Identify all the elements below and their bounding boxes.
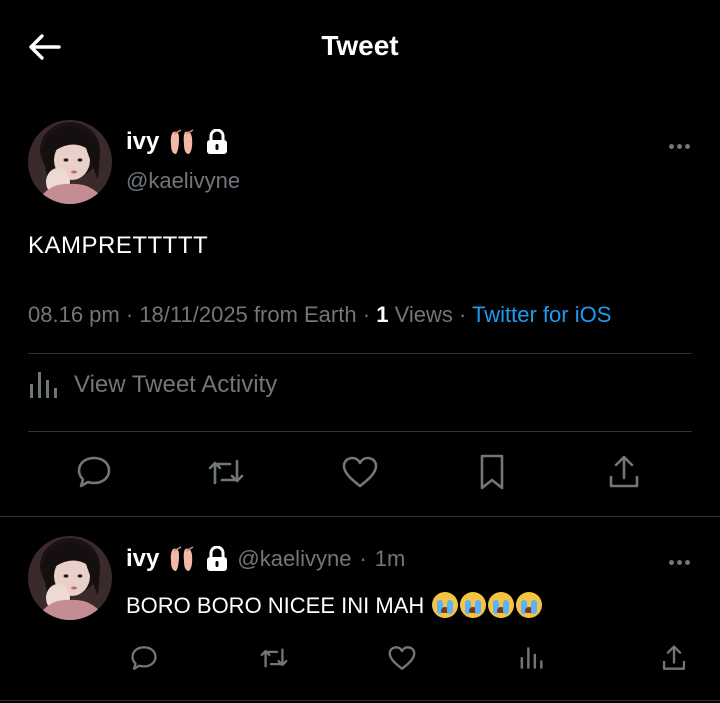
share-icon: [609, 455, 639, 488]
tweet-actions: [0, 452, 720, 500]
more-dot-icon: [684, 559, 690, 565]
more-dot-icon: [684, 143, 690, 149]
reply-text-row: BORO BORO NICEE INI MAH: [126, 592, 543, 619]
separator: ·: [125, 302, 140, 327]
more-dot-icon: [676, 559, 682, 565]
views-label: Views: [394, 302, 453, 327]
more-dot-icon: [668, 559, 674, 565]
share-button[interactable]: [604, 452, 644, 492]
bookmark-button[interactable]: [472, 452, 512, 492]
separator: ·: [458, 302, 473, 327]
retweet-icon: [260, 648, 288, 668]
loudly-crying-emoji: [432, 592, 459, 618]
like-button[interactable]: [340, 452, 380, 492]
reply-author-row: ivy @kaelivyne · 1m: [126, 545, 405, 573]
bottom-divider: [0, 700, 720, 701]
views-count: 1: [376, 302, 389, 327]
analytics-icon: [520, 647, 543, 669]
reply-more-options-button[interactable]: [664, 552, 694, 572]
activity-label: View Tweet Activity: [74, 371, 278, 398]
heart-icon: [342, 456, 378, 488]
reply-button[interactable]: [74, 452, 114, 492]
reply-like-button[interactable]: [382, 638, 422, 678]
bookmark-icon: [480, 454, 504, 490]
reply-views-button[interactable]: [512, 638, 552, 678]
handle[interactable]: @kaelivyne: [126, 168, 240, 194]
tweet-time: 08.16 pm: [28, 302, 120, 327]
ballet-shoes-emoji: [171, 546, 194, 571]
top-bar: Tweet: [0, 0, 720, 92]
avatar-image: [28, 120, 112, 204]
avatar-image: [28, 536, 112, 620]
more-options-button[interactable]: [664, 136, 694, 156]
author-name-row: ivy: [126, 128, 229, 156]
page-title: Tweet: [321, 30, 399, 61]
ballet-shoes-emoji: [171, 129, 194, 154]
separator: ·: [362, 302, 377, 327]
section-divider: [0, 516, 720, 517]
reply-icon: [131, 646, 157, 670]
reply-time: 1m: [374, 546, 406, 571]
loudly-crying-emoji: [488, 592, 515, 618]
loudly-crying-emoji: [460, 592, 487, 618]
lock-icon: [207, 546, 228, 571]
reply-actions: [0, 638, 720, 678]
more-dot-icon: [676, 143, 682, 149]
share-icon: [662, 645, 686, 670]
tweet-meta: 08.16 pm · 18/11/2025 from Earth · 1 Vie…: [28, 302, 611, 328]
retweet-button[interactable]: [206, 452, 246, 492]
separator: ·: [359, 546, 367, 571]
view-activity-button[interactable]: View Tweet Activity: [28, 370, 277, 400]
tweet-text: KAMPRETTTTT: [28, 232, 209, 259]
client-link[interactable]: Twitter for iOS: [472, 302, 611, 327]
loudly-crying-emoji: [516, 592, 543, 618]
reply-share-button[interactable]: [654, 638, 694, 678]
reply-reply-button[interactable]: [124, 638, 164, 678]
display-name[interactable]: ivy: [126, 128, 159, 156]
tweet-date: 18/11/2025 from Earth: [139, 302, 357, 327]
reply-retweet-button[interactable]: [254, 638, 294, 678]
reply-handle[interactable]: @kaelivyne: [237, 546, 351, 572]
more-dot-icon: [668, 143, 674, 149]
heart-icon: [388, 646, 416, 670]
analytics-icon: [30, 372, 57, 398]
reply-icon: [77, 456, 111, 488]
reply-avatar[interactable]: [28, 536, 112, 620]
avatar[interactable]: [28, 120, 112, 204]
reply-display-name[interactable]: ivy: [126, 545, 159, 573]
divider: [28, 353, 692, 354]
reply-text: BORO BORO NICEE INI MAH: [126, 593, 425, 618]
retweet-icon: [208, 459, 244, 485]
lock-icon: [207, 129, 228, 154]
divider: [28, 431, 692, 432]
